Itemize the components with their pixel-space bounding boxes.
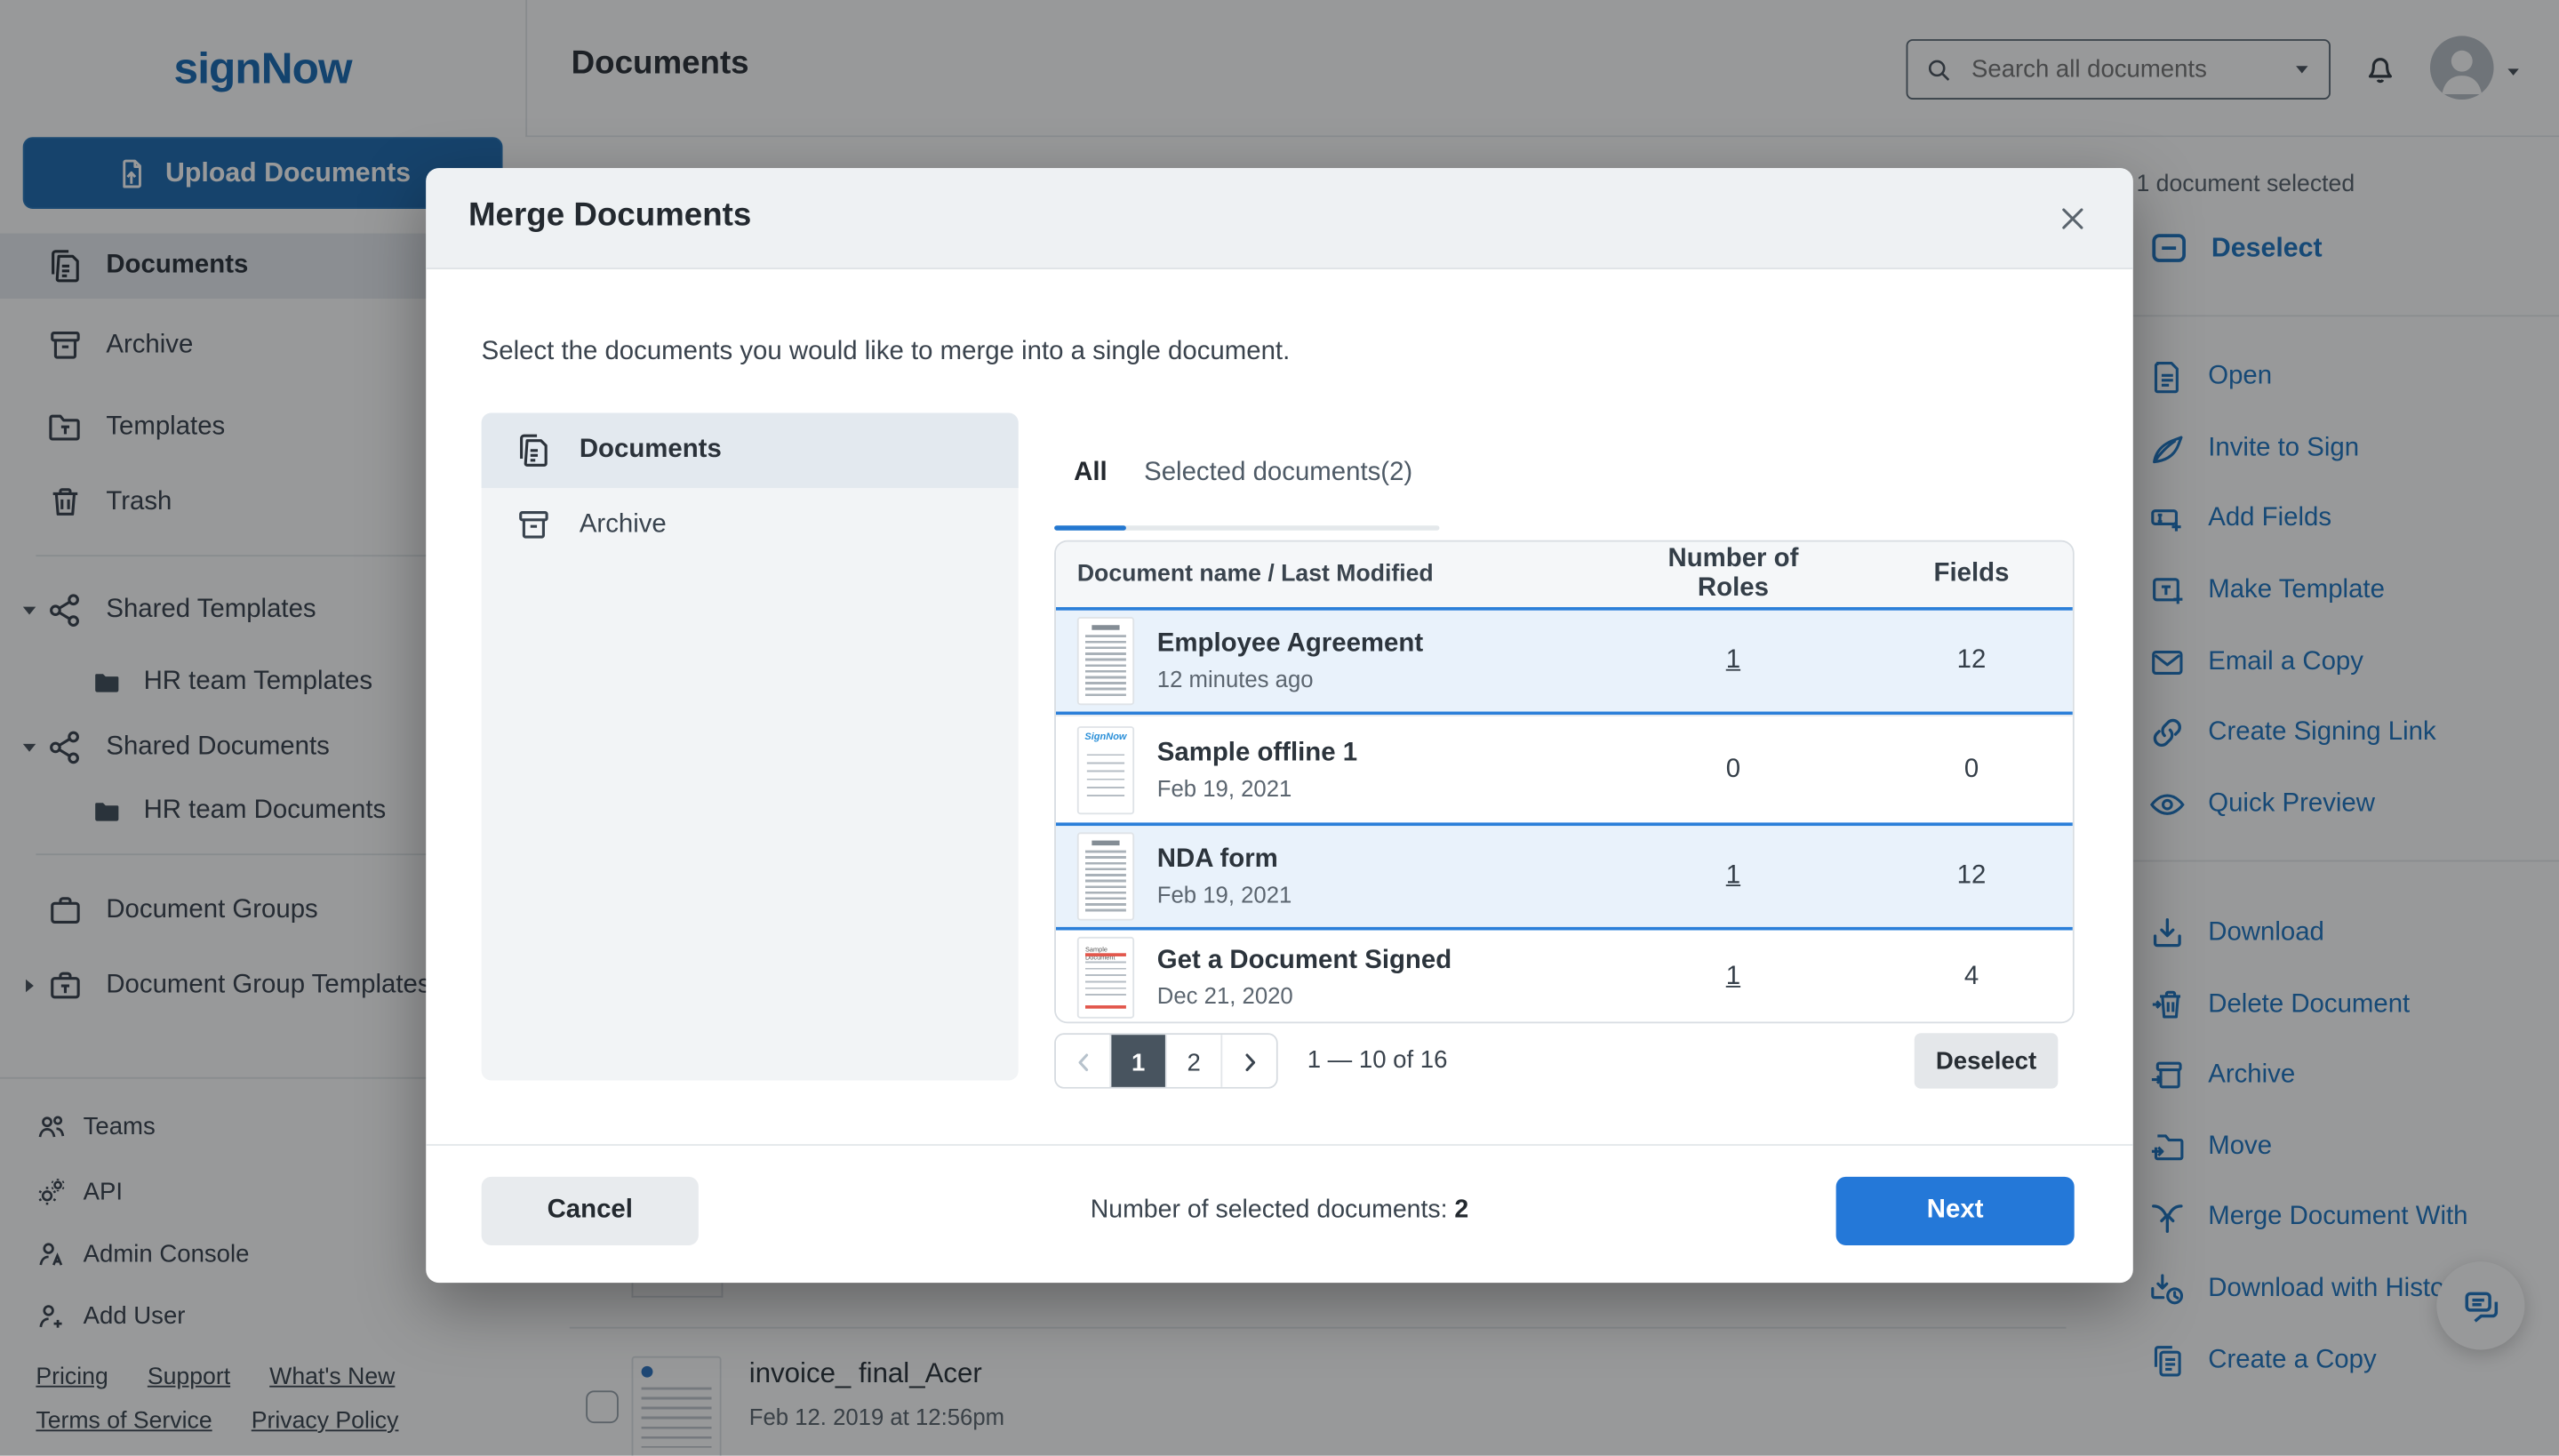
document-date: Dec 21, 2020: [1157, 982, 1451, 1008]
page-2-button[interactable]: 2: [1165, 1035, 1220, 1089]
modal-header: Merge Documents: [426, 168, 2133, 269]
document-thumbnail: [1077, 617, 1134, 705]
chevron-right-icon: [1235, 1048, 1264, 1077]
roles-link: 1: [1692, 646, 1774, 676]
source-documents[interactable]: Documents: [482, 413, 1019, 488]
table-row[interactable]: NDA form Feb 19, 2021 1 12: [1056, 822, 2073, 930]
document-name: Sample offline 1: [1157, 739, 1357, 768]
table-deselect-button[interactable]: Deselect: [1915, 1033, 2059, 1088]
tab-underline-active: [1054, 525, 1126, 531]
col-roles-header: Number of Roles: [1667, 545, 1798, 604]
table-row[interactable]: Employee Agreement 12 minutes ago 1 12: [1056, 607, 2073, 715]
app: signNow Upload Documents Documents Archi…: [0, 0, 2559, 1456]
merge-documents-modal: Merge Documents Select the documents you…: [426, 168, 2133, 1283]
pagination: 1 2: [1054, 1033, 1278, 1088]
document-name: Get a Document Signed: [1157, 947, 1451, 976]
modal-footer: Cancel Number of selected documents: 2 N…: [426, 1144, 2133, 1283]
fields-count: 12: [1931, 861, 2012, 891]
col-name-header: Document name / Last Modified: [1077, 562, 1434, 588]
next-button[interactable]: Next: [1836, 1177, 2075, 1245]
documents-table: Document name / Last Modified Number of …: [1054, 540, 2075, 1023]
page-1-button[interactable]: 1: [1110, 1035, 1165, 1089]
table-header-row: Document name / Last Modified Number of …: [1056, 542, 2073, 607]
table-row[interactable]: SignNow Sample offline 1 Feb 19, 2021 0 …: [1056, 715, 2073, 822]
modal-title: Merge Documents: [468, 197, 751, 235]
page-next-button[interactable]: [1220, 1035, 1276, 1089]
source-panel: Documents Archive: [482, 413, 1019, 1081]
close-icon[interactable]: [2055, 201, 2091, 236]
selected-documents-count: 2: [1454, 1196, 1468, 1224]
archive-icon: [514, 506, 553, 545]
document-date: 12 minutes ago: [1157, 666, 1423, 692]
pagination-range-text: 1 — 10 of 16: [1307, 1046, 1448, 1074]
tab-selected-documents[interactable]: Selected documents(2): [1144, 459, 1412, 488]
modal-description: Select the documents you would like to m…: [482, 338, 1291, 367]
documents-icon: [514, 431, 553, 470]
page-prev-button[interactable]: [1056, 1035, 1110, 1089]
document-thumbnail: [1077, 832, 1134, 920]
roles-link: 1: [1692, 963, 1774, 992]
fields-count: 0: [1931, 755, 2012, 784]
fields-count: 4: [1931, 963, 2012, 992]
document-date: Feb 19, 2021: [1157, 881, 1292, 907]
fields-count: 12: [1931, 646, 2012, 676]
document-thumbnail: Sample Document: [1077, 937, 1134, 1019]
source-archive[interactable]: Archive: [482, 488, 1019, 563]
tab-all[interactable]: All: [1074, 459, 1108, 488]
table-row[interactable]: Sample Document Get a Document Signed De…: [1056, 931, 2073, 1024]
signnow-thumbnail: SignNow: [1077, 725, 1134, 813]
chevron-left-icon: [1068, 1048, 1098, 1077]
document-name: Employee Agreement: [1157, 630, 1423, 660]
col-fields-header: Fields: [1915, 560, 2029, 589]
roles-count: 0: [1692, 755, 1774, 784]
document-name: NDA form: [1157, 845, 1292, 875]
document-date: Feb 19, 2021: [1157, 774, 1357, 800]
roles-link: 1: [1692, 861, 1774, 891]
